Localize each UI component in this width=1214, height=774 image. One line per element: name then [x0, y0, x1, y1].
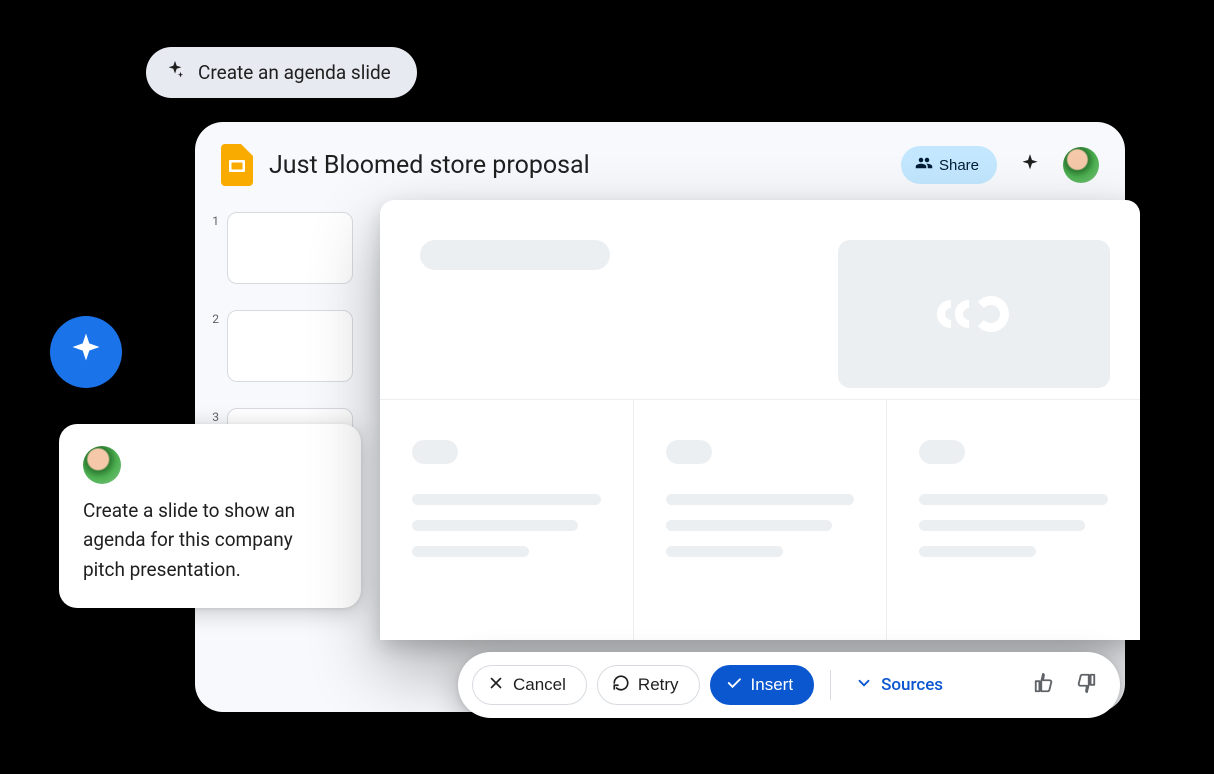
action-bar: Cancel Retry Insert Sources — [458, 652, 1120, 718]
cancel-label: Cancel — [513, 675, 566, 695]
retry-button[interactable]: Retry — [597, 665, 700, 705]
ai-sparkle-button[interactable] — [1013, 148, 1047, 182]
people-icon — [915, 154, 933, 176]
sparkle-icon — [164, 59, 186, 86]
thumbs-down-icon — [1075, 672, 1097, 698]
slide-thumbnail[interactable]: 2 — [209, 310, 369, 382]
sparkle-icon — [68, 332, 104, 372]
thumbnail-number: 1 — [209, 212, 219, 228]
slide-column — [887, 400, 1140, 640]
slide-thumbnail[interactable]: 1 — [209, 212, 369, 284]
slides-logo-icon — [221, 144, 253, 186]
thumbs-down-button[interactable] — [1070, 669, 1102, 701]
insert-button[interactable]: Insert — [710, 665, 815, 705]
prompt-bubble: Create a slide to show an agenda for thi… — [59, 424, 361, 608]
logo-placeholder — [838, 240, 1110, 388]
slide-column — [634, 400, 888, 640]
slide-column — [380, 400, 634, 640]
heading-placeholder — [666, 440, 712, 464]
generated-slide-preview — [380, 200, 1140, 640]
title-placeholder — [420, 240, 610, 270]
thumbnail-number: 2 — [209, 310, 219, 326]
ai-badge — [50, 316, 122, 388]
share-label: Share — [939, 157, 979, 174]
document-title[interactable]: Just Bloomed store proposal — [269, 151, 885, 180]
heading-placeholder — [412, 440, 458, 464]
insert-label: Insert — [751, 675, 794, 695]
suggestion-label: Create an agenda slide — [198, 61, 391, 84]
text-placeholder — [919, 520, 1085, 531]
divider — [830, 670, 831, 700]
text-placeholder — [919, 494, 1108, 505]
toolbar: Just Bloomed store proposal Share — [195, 122, 1125, 204]
sources-label: Sources — [881, 675, 943, 695]
avatar — [83, 446, 121, 484]
thumbnail-preview — [227, 212, 353, 284]
thumbs-up-icon — [1033, 672, 1055, 698]
slide-columns — [380, 400, 1140, 640]
text-placeholder — [919, 546, 1036, 557]
suggestion-chip[interactable]: Create an agenda slide — [146, 47, 417, 98]
refresh-icon — [612, 674, 630, 697]
retry-label: Retry — [638, 675, 679, 695]
check-icon — [725, 674, 743, 697]
prompt-text: Create a slide to show an agenda for thi… — [83, 496, 337, 584]
sources-button[interactable]: Sources — [847, 674, 951, 697]
close-icon — [487, 674, 505, 697]
chevron-down-icon — [855, 674, 873, 697]
thumbnail-number: 3 — [209, 408, 219, 424]
text-placeholder — [666, 494, 855, 505]
slide-header — [380, 200, 1140, 400]
text-placeholder — [412, 546, 529, 557]
avatar[interactable] — [1063, 147, 1099, 183]
heading-placeholder — [919, 440, 965, 464]
share-button[interactable]: Share — [901, 146, 997, 184]
text-placeholder — [666, 546, 783, 557]
thumbnail-preview — [227, 310, 353, 382]
cancel-button[interactable]: Cancel — [472, 665, 587, 705]
text-placeholder — [412, 494, 601, 505]
text-placeholder — [412, 520, 578, 531]
thumbs-up-button[interactable] — [1028, 669, 1060, 701]
text-placeholder — [666, 520, 832, 531]
